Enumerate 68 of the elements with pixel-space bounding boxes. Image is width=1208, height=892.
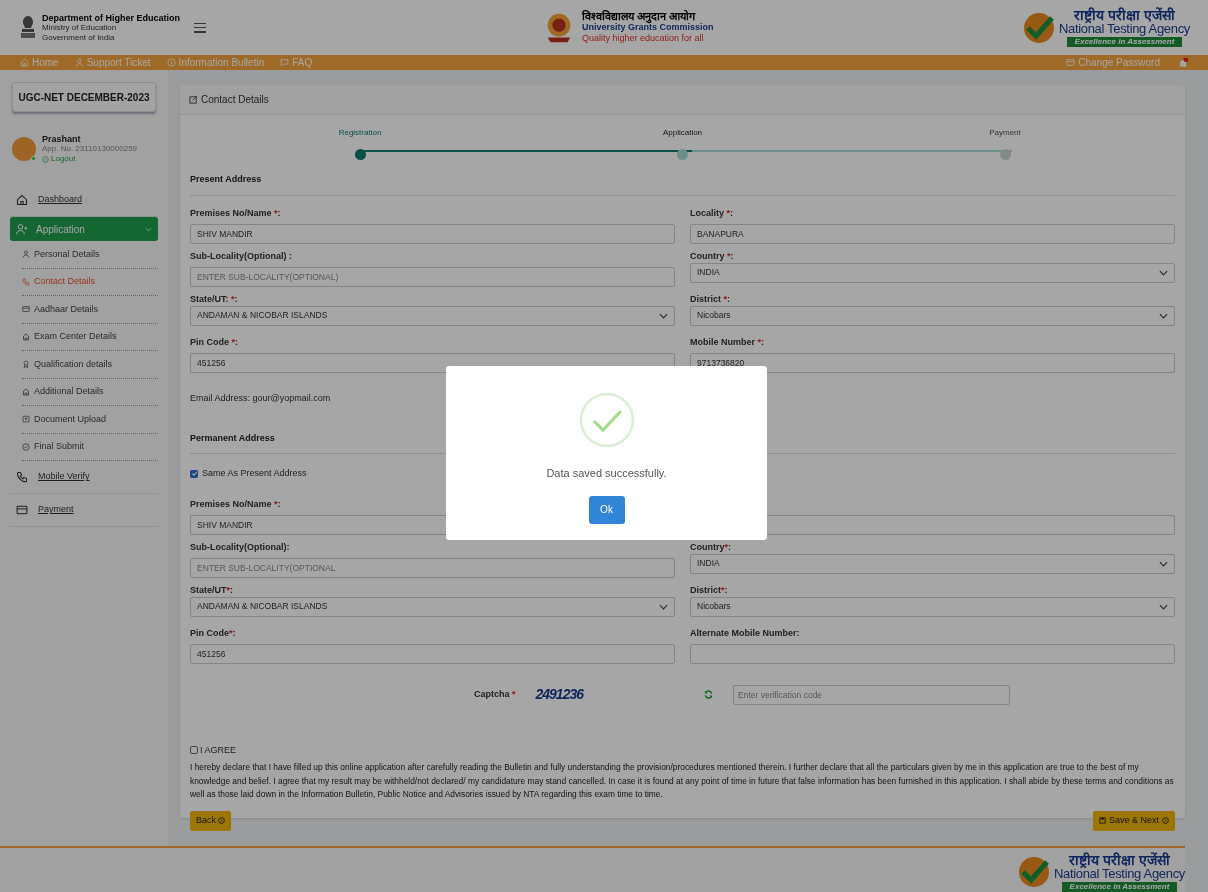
field-label: State/UT: *: bbox=[190, 293, 238, 305]
submenu-item[interactable]: Final Submit bbox=[22, 433, 158, 461]
input-field[interactable]: BANAPURA bbox=[690, 223, 1175, 244]
submenu-item[interactable]: Aadhaar Details bbox=[22, 296, 158, 324]
checkbox-label: Same As Present Address bbox=[202, 467, 307, 480]
field-label: District *: bbox=[690, 293, 731, 305]
captcha-input[interactable]: Enter verification code bbox=[733, 684, 1010, 705]
field-label: Sub-Locality(Optional): bbox=[190, 541, 290, 553]
step-label: Payment bbox=[989, 127, 1021, 139]
declaration-text: I hereby declare that I have filled up this online application after carefully reading the Bulletin and fully understanding the provision/procedures mentioned therein. I further declare that all the particulars given by me in this application are true to the best of my knowledge and belief. I agree that my result may be withheld/not declared/ my candidature may stand cancelled. In case it is found at any point of time in future that false information has been furnished in this application. I shall abide by these terms and conditions as well as those laid down in the Information Bulletin, Public Notice and Advisories issued by NTA regarding this exam time to time. bbox=[190, 761, 1175, 801]
input-field[interactable]: ENTER SUB-LOCALITY(OPTIONAL bbox=[190, 557, 675, 578]
field-label: Premises No/Name *: bbox=[190, 207, 281, 219]
input-field[interactable]: 9713736820 bbox=[690, 352, 1175, 373]
field-label: Premises No/Name *: bbox=[190, 498, 281, 510]
save-next-button[interactable]: Save & Next bbox=[1092, 810, 1175, 831]
captcha-label: Captcha * bbox=[473, 687, 516, 701]
field-label: Pin Code *: bbox=[190, 336, 239, 348]
email-text: Email Address: gour@yopmail.com bbox=[190, 391, 331, 405]
field-label: State/UT*: bbox=[190, 584, 234, 596]
department-subtitle: Government of India bbox=[42, 32, 116, 43]
checkbox-label: I AGREE bbox=[200, 743, 236, 757]
user-name: Prashant bbox=[42, 134, 82, 144]
sidebar-item[interactable]: Mobile Verify bbox=[10, 461, 158, 494]
submenu-item[interactable]: Contact Details bbox=[22, 268, 158, 296]
nta-tagline: Excellence in Assessment bbox=[1066, 37, 1183, 47]
input-field[interactable]: 451256 bbox=[190, 643, 675, 664]
field-label: Sub-Locality(Optional) : bbox=[190, 250, 292, 262]
select-field[interactable]: INDIA bbox=[690, 553, 1175, 574]
back-button[interactable]: Back bbox=[190, 810, 231, 831]
sidebar-item[interactable]: Application bbox=[10, 217, 158, 241]
ugc-name: University Grants Commission bbox=[582, 22, 714, 33]
submenu-item[interactable]: Document Upload bbox=[22, 406, 158, 434]
section-title: Present Address bbox=[190, 173, 1175, 196]
field-label: Country *: bbox=[690, 250, 734, 262]
sidebar-item[interactable]: Payment bbox=[10, 494, 158, 527]
submenu-item[interactable]: Qualification details bbox=[22, 351, 158, 379]
step-label: Application bbox=[662, 127, 703, 139]
nta-name: National Testing Agency bbox=[1058, 22, 1190, 35]
select-field[interactable]: INDIA bbox=[690, 262, 1175, 283]
nta-hindi-name: राष्ट्रीय परीक्षा एजेंसी bbox=[1069, 852, 1170, 867]
field-label: District*: bbox=[690, 584, 728, 596]
ugc-tagline: Quality higher education for all bbox=[582, 33, 705, 44]
field-label: Alternate Mobile Number: bbox=[690, 627, 800, 639]
captcha-image: 2491236 bbox=[535, 685, 583, 704]
input-field[interactable]: ENTER SUB-LOCALITY(OPTIONAL) bbox=[190, 266, 675, 287]
select-field[interactable]: ANDAMAN & NICOBAR ISLANDS bbox=[190, 596, 675, 617]
select-field[interactable]: Nicobars bbox=[690, 305, 1175, 326]
field-label: Locality *: bbox=[690, 207, 734, 219]
select-field[interactable]: ANDAMAN & NICOBAR ISLANDS bbox=[190, 305, 675, 326]
card-title: Contact Details bbox=[201, 93, 269, 107]
department-title: Department of Higher Education bbox=[42, 12, 180, 23]
field-label: Country*: bbox=[690, 541, 731, 553]
ugc-hindi-name: विश्वविद्यालय अनुदान आयोग bbox=[582, 11, 696, 22]
input-field[interactable]: SHIV MANDIR bbox=[190, 223, 675, 244]
ok-button[interactable]: Ok bbox=[588, 495, 625, 524]
department-subtitle: Ministry of Education bbox=[42, 22, 117, 33]
field-label: Pin Code*: bbox=[190, 627, 236, 639]
submenu-item[interactable]: Exam Center Details bbox=[22, 323, 158, 351]
application-number: App. No. 23110130000259 bbox=[42, 144, 138, 154]
nta-hindi-name: राष्ट्रीय परीक्षा एजेंसी bbox=[1074, 8, 1175, 22]
dialog-message: Data saved successfully. bbox=[546, 466, 667, 481]
select-field[interactable]: Nicobars bbox=[690, 596, 1175, 617]
step-label: Registration bbox=[338, 127, 382, 139]
exam-title-card: UGC-NET DECEMBER-2023 bbox=[12, 82, 156, 112]
submenu-item[interactable]: Additional Details bbox=[22, 378, 158, 406]
field-label: Mobile Number *: bbox=[690, 336, 765, 348]
submenu-item[interactable]: Personal Details bbox=[22, 241, 158, 269]
nta-tagline: Excellence in Assessment bbox=[1061, 881, 1178, 892]
